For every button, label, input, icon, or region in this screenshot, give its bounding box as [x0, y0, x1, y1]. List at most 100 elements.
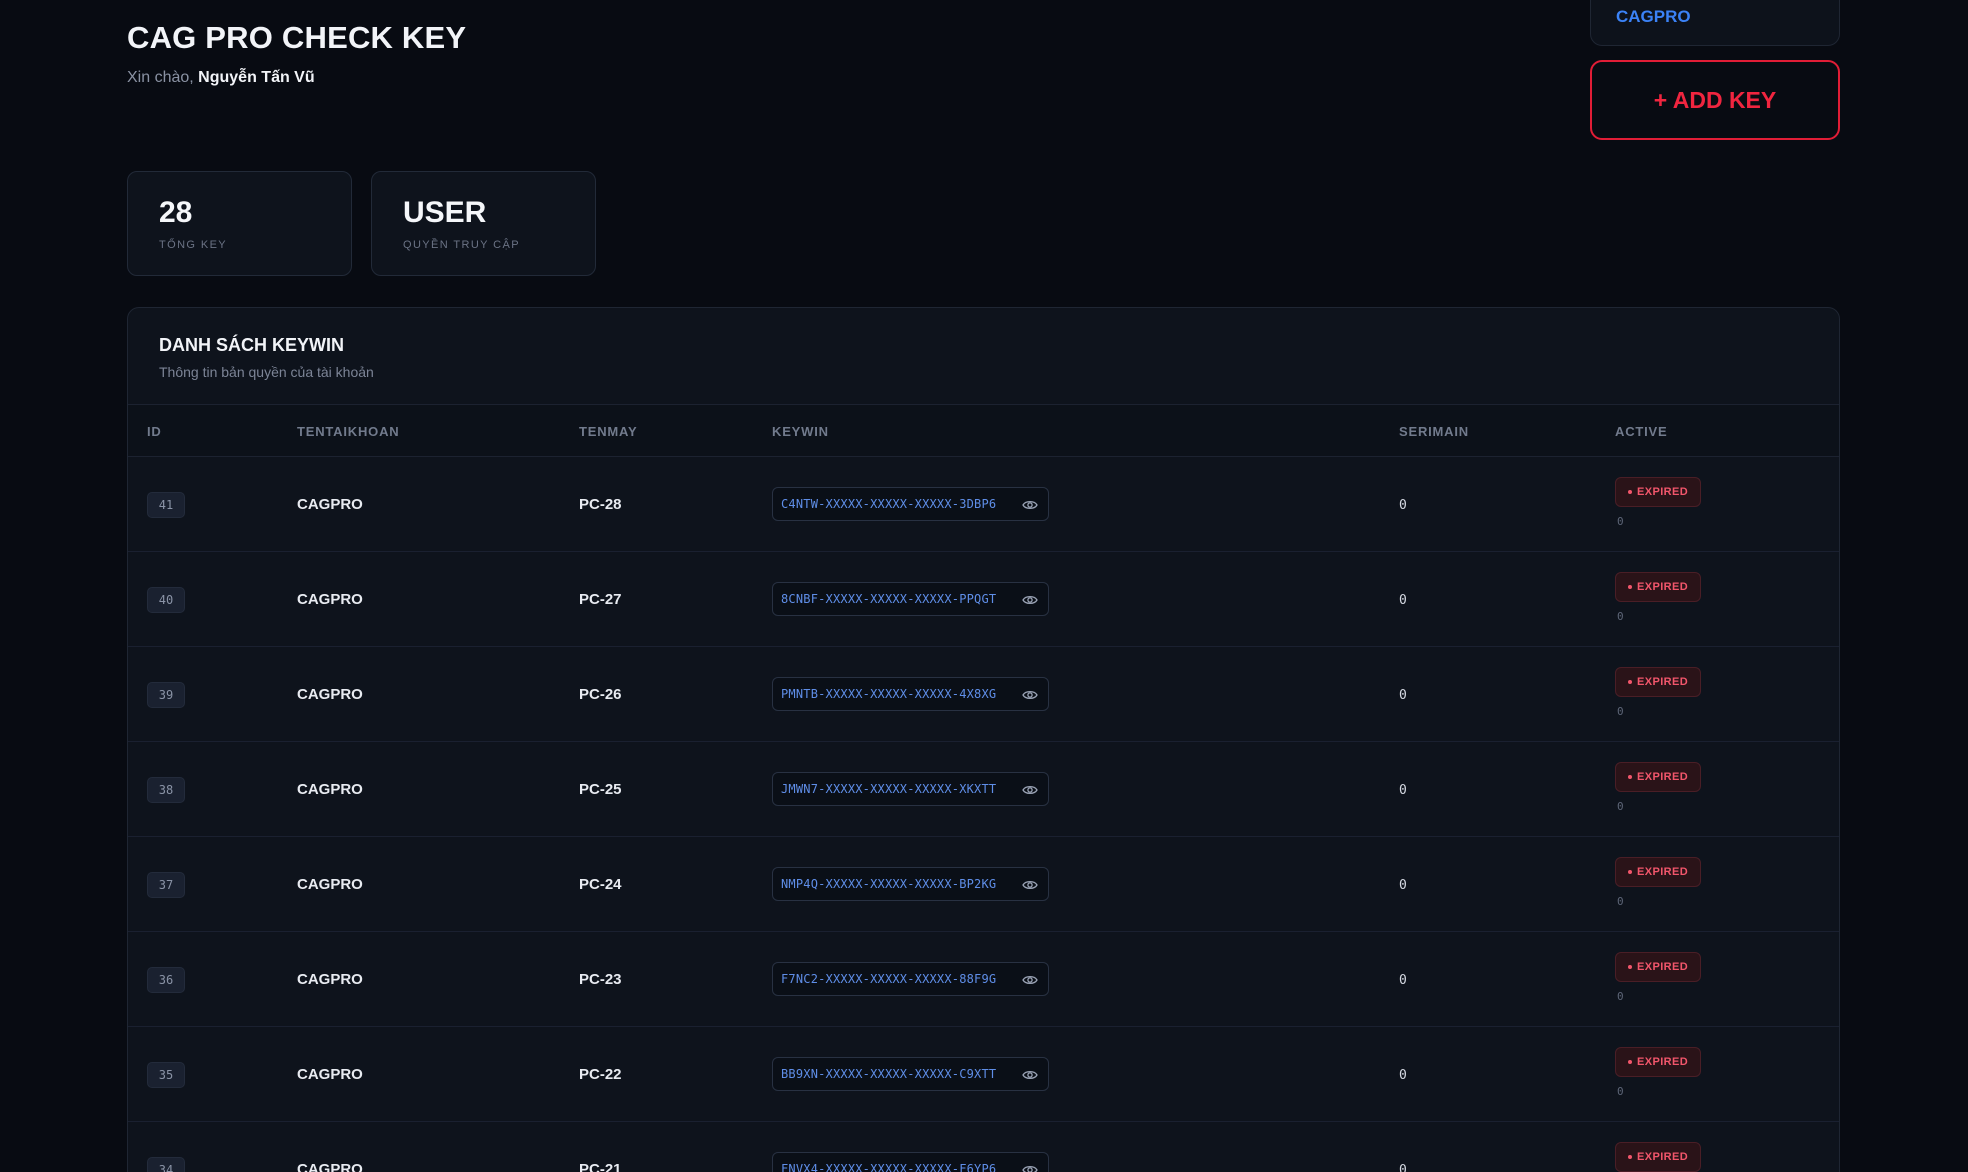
keywin-value: FNVX4-XXXXX-XXXXX-XXXXX-F6YP6 — [781, 1162, 997, 1172]
row-account: CAGPRO — [297, 591, 363, 608]
row-active: EXPIRED 0 — [1615, 572, 1702, 623]
table-row: 37 CAGPRO PC-24 NMP4Q-XXXXX-XXXXX-XXXXX-… — [128, 837, 1839, 932]
row-serimain: 0 — [1399, 1068, 1407, 1083]
table-row: 39 CAGPRO PC-26 PMNTB-XXXXX-XXXXX-XXXXX-… — [128, 647, 1839, 742]
table-row: 38 CAGPRO PC-25 JMWN7-XXXXX-XXXXX-XXXXX-… — [128, 742, 1839, 837]
eye-icon[interactable] — [1022, 593, 1038, 607]
stat-card-access-role: USER QUYỀN TRUY CẬP — [371, 171, 596, 276]
row-active: EXPIRED 0 — [1615, 1047, 1702, 1098]
row-active: EXPIRED 0 — [1615, 477, 1702, 528]
column-header-account: TENTAIKHOAN — [297, 424, 400, 439]
panel-title: DANH SÁCH KEYWIN — [159, 335, 345, 355]
keywin-field: JMWN7-XXXXX-XXXXX-XXXXX-XKXTT — [772, 772, 1049, 806]
status-badge: EXPIRED — [1615, 1047, 1702, 1077]
page: CAG PRO CHECK KEY Xin chào, Nguyễn Tấn V… — [0, 0, 1968, 1172]
table-row: 40 CAGPRO PC-27 8CNBF-XXXXX-XXXXX-XXXXX-… — [128, 552, 1839, 647]
panel-subtitle: Thông tin bản quyền của tài khoản — [159, 364, 374, 380]
row-id: 41 — [147, 492, 185, 518]
active-sub-value: 0 — [1617, 800, 1624, 813]
row-account: CAGPRO — [297, 971, 363, 988]
status-dot-icon — [1628, 680, 1632, 684]
row-active: EXPIRED 0 — [1615, 667, 1702, 718]
row-serimain: 0 — [1399, 973, 1407, 988]
active-sub-value: 0 — [1617, 990, 1624, 1003]
table-row: 35 CAGPRO PC-22 BB9XN-XXXXX-XXXXX-XXXXX-… — [128, 1027, 1839, 1122]
row-id: 38 — [147, 777, 185, 803]
row-active: EXPIRED 0 — [1615, 762, 1702, 813]
stat-value: USER — [403, 196, 487, 229]
status-text: EXPIRED — [1637, 676, 1689, 688]
active-sub-value: 0 — [1617, 895, 1624, 908]
row-active: EXPIRED 0 — [1615, 1142, 1702, 1172]
eye-icon[interactable] — [1022, 1068, 1038, 1082]
keywin-panel: DANH SÁCH KEYWIN Thông tin bản quyền của… — [127, 307, 1840, 1172]
eye-icon[interactable] — [1022, 688, 1038, 702]
column-header-keywin: KEYWIN — [772, 424, 829, 439]
row-serimain: 0 — [1399, 498, 1407, 513]
add-key-button[interactable]: + ADD KEY — [1590, 60, 1840, 140]
column-header-machine: TENMAY — [579, 424, 638, 439]
status-badge: EXPIRED — [1615, 667, 1702, 697]
status-text: EXPIRED — [1637, 961, 1689, 973]
table-row: 36 CAGPRO PC-23 F7NC2-XXXXX-XXXXX-XXXXX-… — [128, 932, 1839, 1027]
table-body: 41 CAGPRO PC-28 C4NTW-XXXXX-XXXXX-XXXXX-… — [128, 457, 1839, 1172]
stat-label: TỔNG KEY — [159, 239, 228, 251]
row-active: EXPIRED 0 — [1615, 952, 1702, 1003]
row-id: 37 — [147, 872, 185, 898]
greeting-prefix: Xin chào, — [127, 69, 194, 86]
status-dot-icon — [1628, 775, 1632, 779]
status-dot-icon — [1628, 870, 1632, 874]
row-serimain: 0 — [1399, 1163, 1407, 1172]
row-id: 36 — [147, 967, 185, 993]
status-text: EXPIRED — [1637, 1151, 1689, 1163]
row-machine: PC-28 — [579, 496, 622, 513]
row-serimain: 0 — [1399, 783, 1407, 798]
keywin-value: C4NTW-XXXXX-XXXXX-XXXXX-3DBP6 — [781, 497, 997, 511]
row-serimain: 0 — [1399, 878, 1407, 893]
keywin-field: FNVX4-XXXXX-XXXXX-XXXXX-F6YP6 — [772, 1152, 1049, 1172]
row-machine: PC-26 — [579, 686, 622, 703]
status-badge: EXPIRED — [1615, 572, 1702, 602]
row-machine: PC-25 — [579, 781, 622, 798]
eye-icon[interactable] — [1022, 973, 1038, 987]
row-serimain: 0 — [1399, 688, 1407, 703]
status-badge: EXPIRED — [1615, 762, 1702, 792]
greeting: Xin chào, Nguyễn Tấn Vũ — [127, 69, 315, 87]
eye-icon[interactable] — [1022, 878, 1038, 892]
keywin-value: JMWN7-XXXXX-XXXXX-XXXXX-XKXTT — [781, 782, 997, 796]
keywin-field: F7NC2-XXXXX-XXXXX-XXXXX-88F9G — [772, 962, 1049, 996]
status-text: EXPIRED — [1637, 581, 1689, 593]
row-machine: PC-21 — [579, 1161, 622, 1172]
row-machine: PC-27 — [579, 591, 622, 608]
status-badge: EXPIRED — [1615, 1142, 1702, 1172]
status-badge: EXPIRED — [1615, 477, 1702, 507]
status-badge: EXPIRED — [1615, 857, 1702, 887]
stat-label: QUYỀN TRUY CẬP — [403, 239, 520, 251]
row-id: 40 — [147, 587, 185, 613]
keywin-value: NMP4Q-XXXXX-XXXXX-XXXXX-BP2KG — [781, 877, 997, 891]
row-id: 35 — [147, 1062, 185, 1088]
row-account: CAGPRO — [297, 1066, 363, 1083]
status-dot-icon — [1628, 965, 1632, 969]
user-name: Nguyễn Tấn Vũ — [198, 69, 315, 86]
status-text: EXPIRED — [1637, 1056, 1689, 1068]
account-chip[interactable]: CAGPRO — [1590, 0, 1840, 46]
keywin-value: 8CNBF-XXXXX-XXXXX-XXXXX-PPQGT — [781, 592, 997, 606]
row-account: CAGPRO — [297, 876, 363, 893]
row-account: CAGPRO — [297, 781, 363, 798]
eye-icon[interactable] — [1022, 498, 1038, 512]
keywin-value: PMNTB-XXXXX-XXXXX-XXXXX-4X8XG — [781, 687, 997, 701]
panel-header: DANH SÁCH KEYWIN Thông tin bản quyền của… — [128, 308, 1839, 405]
row-account: CAGPRO — [297, 686, 363, 703]
row-account: CAGPRO — [297, 496, 363, 513]
keywin-field: 8CNBF-XXXXX-XXXXX-XXXXX-PPQGT — [772, 582, 1049, 616]
status-dot-icon — [1628, 1060, 1632, 1064]
eye-icon[interactable] — [1022, 1163, 1038, 1172]
status-text: EXPIRED — [1637, 866, 1689, 878]
eye-icon[interactable] — [1022, 783, 1038, 797]
stat-value: 28 — [159, 196, 193, 229]
row-machine: PC-23 — [579, 971, 622, 988]
status-text: EXPIRED — [1637, 771, 1689, 783]
column-header-serimain: SERIMAIN — [1399, 424, 1469, 439]
active-sub-value: 0 — [1617, 515, 1624, 528]
